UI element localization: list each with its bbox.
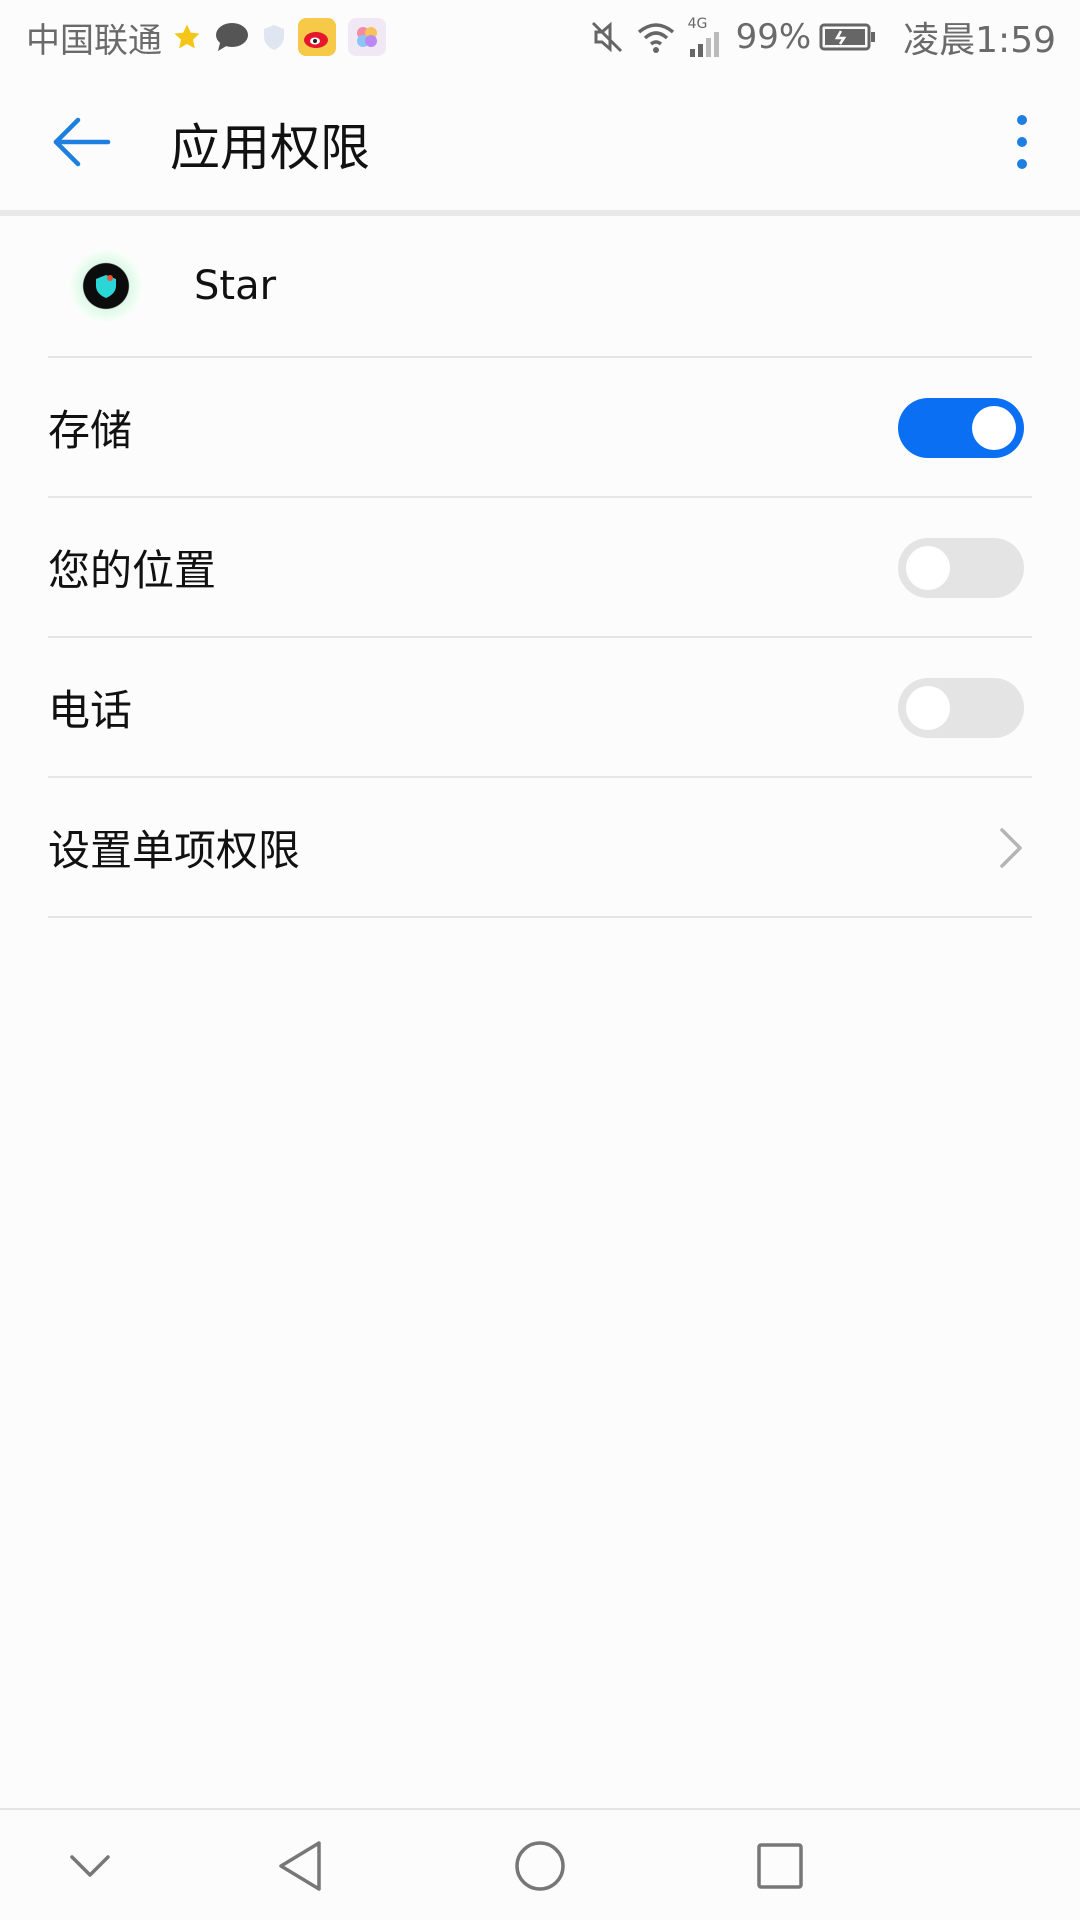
screen: 中国联通 4G 99% 凌晨1:59 应用权限 Star 存储 您的位置 电话 …: [0, 0, 1080, 1920]
individual-permissions-row[interactable]: 设置单项权限: [48, 778, 1032, 918]
app-info-row: Star: [48, 216, 1032, 358]
location-toggle[interactable]: [898, 538, 1024, 598]
clock: 凌晨1:59: [903, 20, 1056, 61]
nav-recents-button[interactable]: [748, 1834, 812, 1898]
phone-toggle[interactable]: [898, 678, 1024, 738]
shield-icon: [262, 23, 286, 51]
page-title: 应用权限: [170, 119, 370, 177]
app-name: Star: [194, 263, 277, 309]
home-circle-icon: [515, 1841, 565, 1891]
permission-label: 您的位置: [48, 545, 217, 595]
toggle-knob: [906, 546, 950, 590]
more-options-button[interactable]: [1000, 110, 1044, 174]
back-triangle-icon: [279, 1841, 321, 1891]
permission-row-phone[interactable]: 电话: [48, 638, 1032, 778]
recents-square-icon: [757, 1843, 803, 1889]
battery-percent: 99%: [735, 17, 812, 57]
network-type: 4G: [687, 16, 708, 32]
battery-icon: [819, 22, 877, 52]
permission-label: 电话: [48, 685, 133, 735]
wifi-icon: [636, 20, 676, 54]
weibo-icon: [298, 18, 336, 56]
chat-icon: [214, 21, 250, 53]
permission-row-location[interactable]: 您的位置: [48, 498, 1032, 638]
app-bar: 应用权限: [0, 74, 1080, 212]
nav-back-button[interactable]: [268, 1834, 332, 1898]
star-app-icon: [70, 250, 142, 322]
flower-app-icon: [348, 18, 386, 56]
navigation-bar: [0, 1808, 1080, 1920]
status-bar: 中国联通 4G 99% 凌晨1:59: [0, 0, 1080, 74]
status-bar-left: 中国联通: [26, 0, 398, 74]
carrier-name: 中国联通: [26, 20, 162, 61]
mute-icon: [590, 20, 624, 54]
more-vertical-icon: [1017, 115, 1027, 169]
back-button[interactable]: [48, 110, 112, 174]
signal-icon: 4G: [688, 17, 724, 57]
toggle-knob: [972, 406, 1016, 450]
star-icon: [172, 22, 202, 52]
storage-toggle[interactable]: [898, 398, 1024, 458]
nav-home-button[interactable]: [508, 1834, 572, 1898]
permission-list: Star 存储 您的位置 电话 设置单项权限: [0, 216, 1080, 918]
collapse-down-icon: [70, 1855, 110, 1877]
status-bar-right: 4G 99% 凌晨1:59: [590, 0, 1056, 74]
individual-permissions-label: 设置单项权限: [48, 825, 301, 875]
permission-row-storage[interactable]: 存储: [48, 358, 1032, 498]
chevron-right-icon: [1000, 828, 1022, 868]
toggle-knob: [906, 686, 950, 730]
back-arrow-icon: [53, 117, 111, 167]
collapse-nav-button[interactable]: [58, 1834, 122, 1898]
permission-label: 存储: [48, 405, 133, 455]
